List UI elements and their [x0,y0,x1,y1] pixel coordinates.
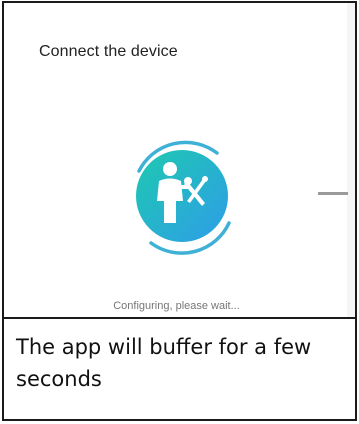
loading-spinner [117,131,247,261]
configuring-status-text: Configuring, please wait... [113,300,240,312]
phone-screen: Connect the device Configuring, please w… [2,1,349,319]
connector-line [318,192,348,195]
caption-text: The app will buffer for a few seconds [16,335,312,391]
page-title: Connect the device [39,43,178,60]
tutorial-frame: Connect the device Configuring, please w… [0,0,359,424]
caption-box: The app will buffer for a few seconds [2,317,357,421]
next-screen-edge [347,1,357,317]
spinner-graphic [136,140,231,255]
